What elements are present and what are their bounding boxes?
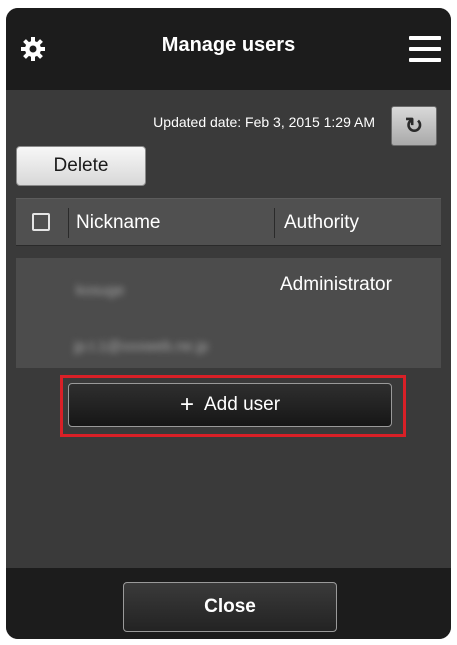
user-nickname-blurred: kosuge bbox=[76, 282, 125, 299]
footer-bar: Close bbox=[6, 568, 451, 639]
table-header: Nickname Authority bbox=[16, 198, 441, 246]
user-email-blurred: jp.t.1@xxxweb.ne.jp bbox=[74, 338, 209, 355]
refresh-button[interactable]: ↻ bbox=[391, 106, 437, 146]
column-header-nickname[interactable]: Nickname bbox=[76, 212, 160, 234]
close-button[interactable]: Close bbox=[123, 582, 337, 632]
refresh-icon: ↻ bbox=[404, 113, 424, 138]
user-authority: Administrator bbox=[280, 274, 392, 295]
plus-icon: + bbox=[179, 391, 194, 418]
page-title: Manage users bbox=[161, 34, 296, 56]
column-divider bbox=[68, 208, 69, 238]
select-all-checkbox[interactable] bbox=[32, 213, 50, 231]
app-frame: Manage users Updated date: Feb 3, 2015 1… bbox=[6, 8, 451, 639]
header-bar: Manage users bbox=[6, 8, 451, 90]
delete-button[interactable]: Delete bbox=[16, 146, 146, 186]
add-user-button[interactable]: + Add user bbox=[68, 383, 392, 427]
updated-date-text: Updated date: Feb 3, 2015 1:29 AM bbox=[153, 114, 375, 130]
add-user-label: Add user bbox=[203, 394, 281, 415]
column-header-authority[interactable]: Authority bbox=[284, 212, 359, 234]
table-row[interactable]: kosuge jp.t.1@xxxweb.ne.jp Administrator bbox=[16, 258, 441, 368]
column-divider bbox=[274, 208, 275, 238]
hamburger-menu-icon[interactable] bbox=[409, 36, 441, 62]
